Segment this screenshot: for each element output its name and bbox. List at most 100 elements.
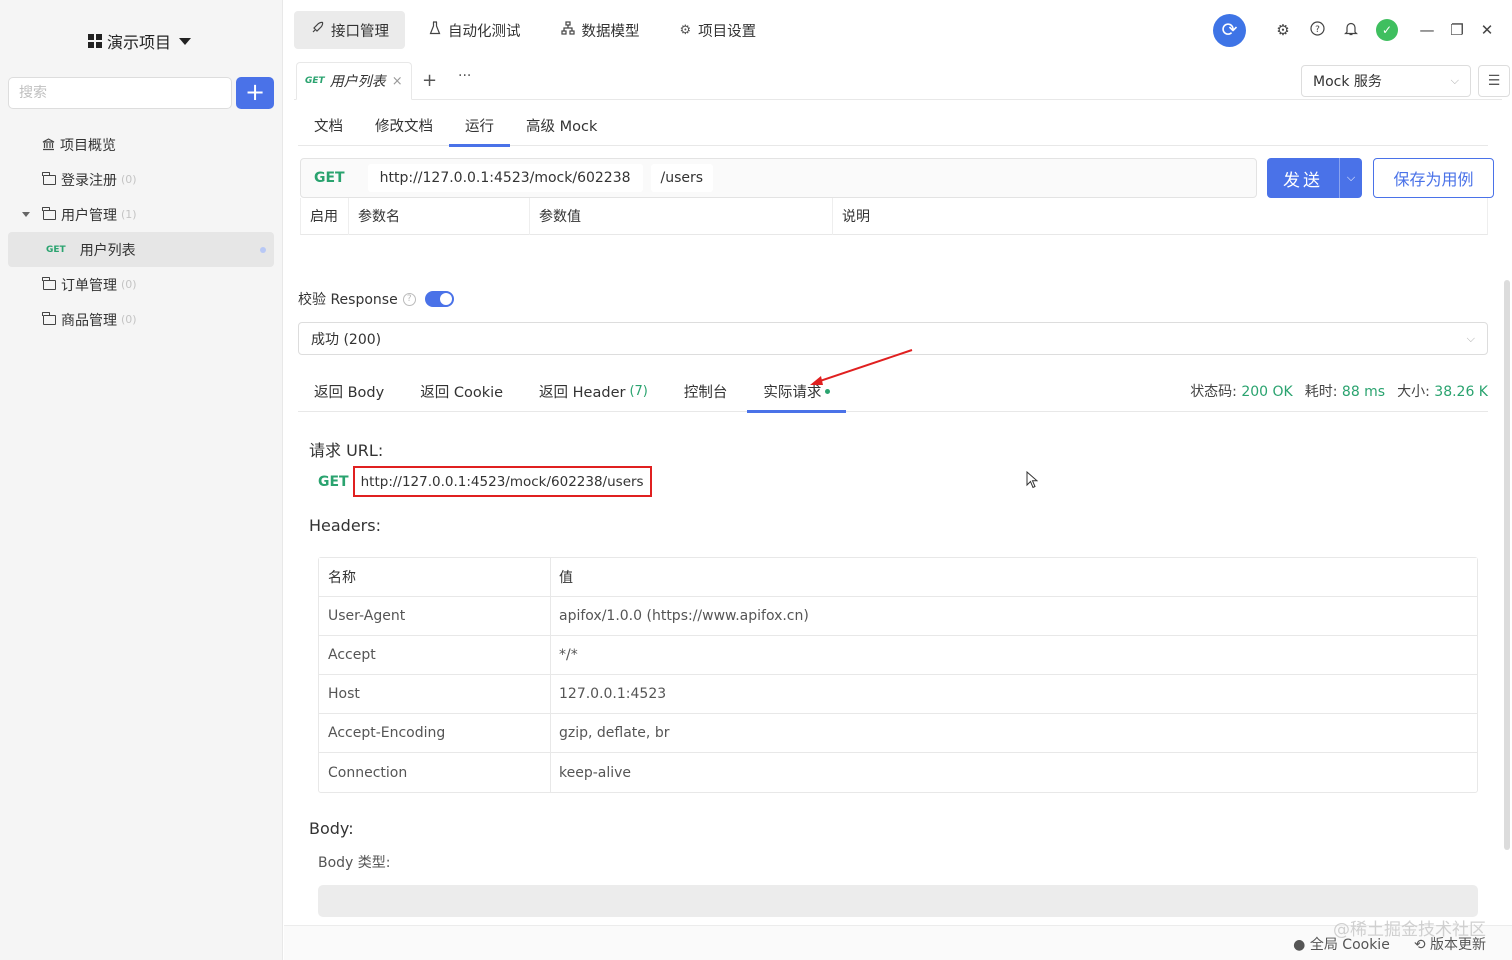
path-field[interactable]: /users [650,164,714,192]
tab-console[interactable]: 控制台 [668,370,744,412]
validate-response-row: 校验 Response ? [298,289,454,309]
scrollbar[interactable] [1504,280,1510,850]
flask-icon [429,21,441,39]
caret-down-icon [179,37,192,45]
settings-icon[interactable]: ⚙ [1266,21,1300,39]
nav-label: 接口管理 [331,23,389,40]
tree-item-user-list[interactable]: GET 用户列表 [8,232,274,267]
mouse-cursor-icon [1026,471,1038,489]
help-icon[interactable]: ? [1300,20,1334,40]
validate-toggle[interactable] [424,291,454,307]
chevron-down-icon: ⌵ [1450,74,1459,87]
table-row: Accept */* [319,636,1477,675]
send-dropdown-icon[interactable]: ⌵ [1339,158,1362,198]
expand-arrow-icon[interactable] [22,212,30,217]
tab-edit-docs[interactable]: 修改文档 [359,104,449,146]
grid-icon [88,34,102,48]
header-value: apifox/1.0.0 (https://www.apifox.cn) [559,608,809,624]
bank-icon [41,138,55,152]
unsaved-dot-icon [260,246,266,253]
tab-response-cookie[interactable]: 返回 Cookie [404,370,519,412]
method-tag: GET [318,473,349,490]
tab-label: 返回 Header [539,384,626,401]
tab-docs[interactable]: 文档 [298,104,359,146]
body-type-label: Body 类型: [318,855,391,871]
tab-run[interactable]: 运行 [449,104,510,147]
close-tab-icon[interactable]: × [392,74,403,89]
method-select[interactable]: GET [314,170,345,186]
nav-data-models[interactable]: 数据模型 [545,11,656,49]
sync-icon[interactable]: ⟳ [1213,13,1246,47]
question-icon[interactable]: ? [402,292,416,306]
status-code: 状态码: 200 OK [1190,384,1293,400]
minimize-icon[interactable]: — [1412,21,1442,39]
send-button[interactable]: 发送 ⌵ [1267,158,1362,198]
project-switcher[interactable]: 演示项目 [88,30,192,52]
header-name: Accept [319,636,551,674]
response-select-value: 成功 (200) [311,331,382,348]
sidebar: 演示项目 + 项目概览 登录注册 (0) 用户管理 (1) [0,0,283,960]
response-size: 大小: 38.26 K [1397,384,1488,400]
base-url-field[interactable]: http://127.0.0.1:4523/mock/602238 [367,164,643,192]
col-description: 说明 [842,209,870,225]
global-cookie-button[interactable]: ● 全局 Cookie [1293,934,1390,954]
tab-label: 返回 Cookie [420,384,504,401]
tree-item-label: 用户列表 [79,242,136,259]
tree-item-overview[interactable]: 项目概览 [8,127,274,162]
header-name: Accept-Encoding [319,714,551,752]
send-label: 发送 [1283,170,1323,191]
avatar[interactable]: ✓ [1376,19,1398,41]
header-value: 127.0.0.1:4523 [559,686,667,702]
body-content-box [318,885,1478,917]
version-update-button[interactable]: ⟲ 版本更新 [1414,934,1486,954]
search-input[interactable] [8,77,232,109]
cookie-icon: ● [1293,937,1306,953]
footer-actions: ● 全局 Cookie ⟲ 版本更新 [1293,934,1486,954]
tree-item-login[interactable]: 登录注册 (0) [8,162,274,197]
tree-item-label: 订单管理 [61,277,117,294]
tree-item-label: 用户管理 [61,207,117,224]
nav-label: 数据模型 [581,23,640,40]
list-menu-icon[interactable]: ☰ [1478,65,1510,97]
col-value: 值 [559,570,573,586]
mock-service-select[interactable]: Mock 服务 ⌵ [1301,65,1471,97]
nav-label: 自动化测试 [448,23,521,40]
response-stats: 状态码: 200 OK 耗时: 88 ms 大小: 38.26 K [1190,381,1488,401]
nav-api-management[interactable]: 接口管理 [294,11,405,49]
rocket-icon [310,21,324,39]
tab-label: 用户列表 [329,74,386,90]
tab-user-list[interactable]: GET 用户列表 × [296,62,412,100]
request-headers-table: 名称 值 User-Agent apifox/1.0.0 (https://ww… [318,557,1478,793]
mock-service-value: Mock 服务 [1313,74,1382,90]
tree-item-orders[interactable]: 订单管理 (0) [8,267,274,302]
request-url-highlight: http://127.0.0.1:4523/mock/602238/users [352,466,652,497]
tree-item-users[interactable]: 用户管理 (1) [8,197,274,232]
tree-item-products[interactable]: 商品管理 (0) [8,302,274,337]
bell-icon[interactable] [1334,21,1368,40]
tree-item-label: 商品管理 [61,312,117,329]
more-tabs-button[interactable]: ··· [458,68,471,84]
url-bar: GET http://127.0.0.1:4523/mock/602238 /u… [300,158,1257,198]
nav-automation[interactable]: 自动化测试 [413,11,537,49]
annotation-arrow-icon [810,349,913,385]
tree-item-count: (0) [121,278,137,291]
tab-advanced-mock[interactable]: 高级 Mock [510,104,613,146]
tree-item-label: 项目概览 [60,137,116,154]
table-row: Host 127.0.0.1:4523 [319,675,1477,714]
tab-label: 返回 Body [314,384,385,401]
restore-icon[interactable]: ❐ [1442,21,1472,39]
folder-icon [42,311,56,327]
tab-response-body[interactable]: 返回 Body [298,370,400,412]
new-tab-button[interactable]: + [422,70,437,91]
save-as-case-button[interactable]: 保存为用例 [1373,158,1494,198]
request-url-title: 请求 URL: [309,441,384,460]
nav-project-settings[interactable]: ⚙ 项目设置 [664,11,773,49]
add-button[interactable]: + [236,77,274,109]
table-header-row: 名称 值 [319,558,1477,597]
col-enabled: 启用 [301,197,349,235]
tab-response-header[interactable]: 返回 Header (7) [523,370,664,412]
update-icon: ⟲ [1413,937,1426,953]
chevron-down-icon: ⌵ [1466,331,1475,345]
close-icon[interactable]: ✕ [1472,21,1502,39]
elapsed-time: 耗时: 88 ms [1304,384,1386,400]
